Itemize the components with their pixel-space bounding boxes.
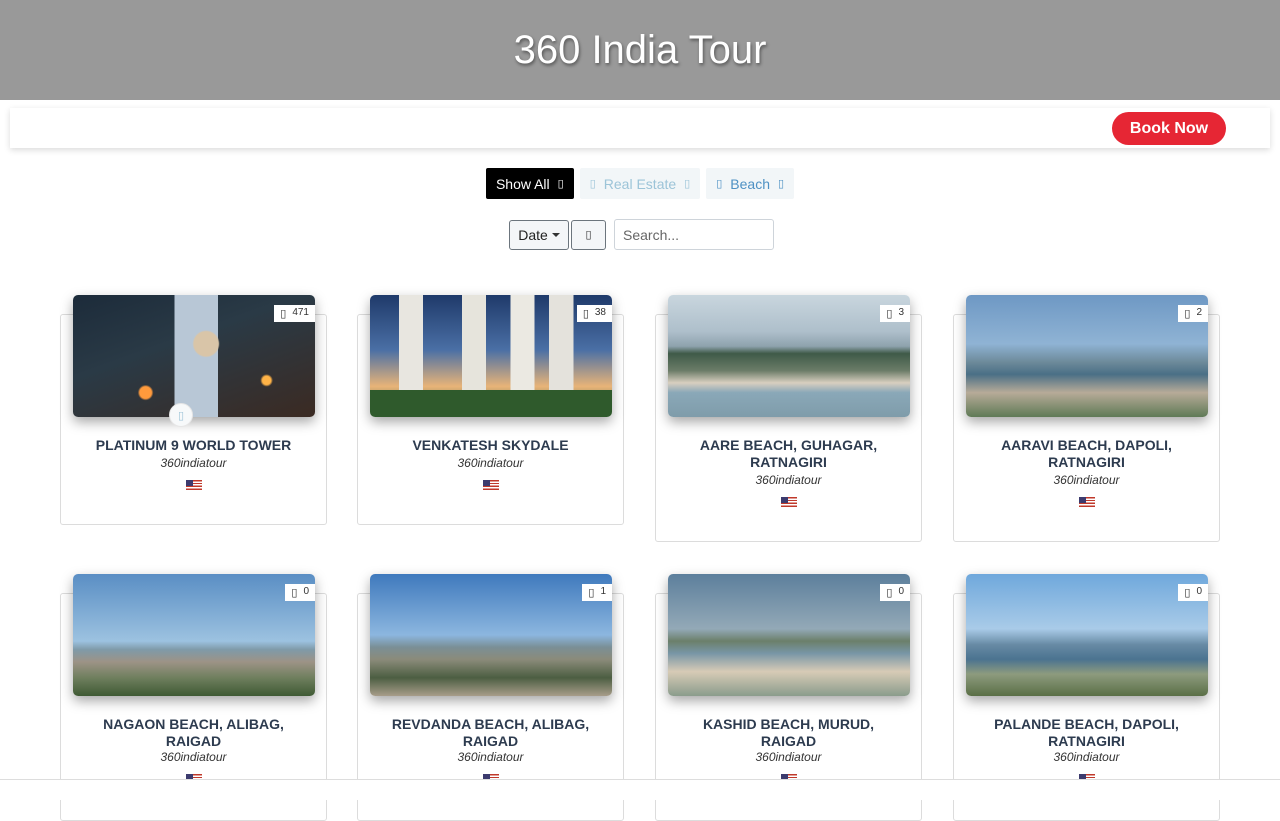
- user-icon: ▯: [177, 408, 185, 422]
- tour-author: 360indiatour: [1053, 750, 1120, 764]
- tour-title[interactable]: NAGAON BEACH, ALIBAG, RAIGAD: [61, 716, 326, 750]
- us-flag-icon: [185, 480, 202, 490]
- sort-label: Date: [518, 226, 548, 243]
- sort-icon: ▯: [585, 228, 592, 241]
- eye-icon: ▯: [582, 307, 589, 320]
- filter-label: Real Estate: [603, 175, 677, 192]
- eye-icon: ▯: [886, 586, 893, 599]
- caret-down-icon: [551, 232, 560, 237]
- view-count-badge: ▯ 0: [285, 584, 315, 601]
- tour-title[interactable]: AARAVI BEACH, DAPOLI, RATNAGIRI: [954, 437, 1219, 471]
- tour-author: 360indiatour: [1053, 473, 1120, 487]
- filter-show-all[interactable]: Show All ▯: [485, 168, 574, 199]
- list-icon: ▯: [557, 177, 564, 190]
- view-count: 38: [594, 307, 606, 318]
- tour-title[interactable]: VENKATESH SKYDALE: [358, 437, 623, 454]
- tour-title[interactable]: KASHID BEACH, MURUD, RAIGAD: [656, 716, 921, 750]
- tour-thumbnail[interactable]: ▯ 0: [73, 574, 315, 696]
- filter-real-estate[interactable]: ▯ Real Estate ▯: [579, 168, 701, 199]
- filter-label: Show All: [495, 175, 550, 192]
- view-count: 2: [1196, 307, 1202, 318]
- tour-title[interactable]: AARE BEACH, GUHAGAR, RATNAGIRI: [656, 437, 921, 471]
- tour-card[interactable]: ▯ 38 VENKATESH SKYDALE 360indiatour: [357, 295, 624, 525]
- tour-author: 360indiatour: [457, 750, 524, 764]
- tour-author: 360indiatour: [755, 750, 822, 764]
- tour-thumbnail[interactable]: ▯ 1: [370, 574, 612, 696]
- category-filters: Show All ▯ ▯ Real Estate ▯ ▯ Beach ▯: [0, 168, 1280, 199]
- tour-author: 360indiatour: [457, 456, 524, 470]
- umbrella-icon: ▯: [716, 177, 723, 190]
- view-count-badge: ▯ 471: [274, 305, 315, 322]
- tour-thumbnail[interactable]: ▯ 3: [668, 295, 910, 417]
- view-count-badge: ▯ 0: [1178, 584, 1208, 601]
- view-count: 0: [303, 586, 309, 597]
- filter-end-icon: ▯: [777, 177, 785, 190]
- site-title: 360 India Tour: [513, 27, 767, 72]
- view-count-badge: ▯ 2: [1178, 305, 1208, 322]
- filter-label: Beach: [730, 175, 770, 192]
- top-bar: Book Now: [10, 108, 1270, 148]
- search-input[interactable]: [614, 219, 774, 250]
- eye-icon: ▯: [1184, 307, 1191, 320]
- tour-card[interactable]: ▯ 3 AARE BEACH, GUHAGAR, RATNAGIRI 360in…: [655, 295, 922, 542]
- view-count-badge: ▯ 0: [880, 584, 910, 601]
- tour-thumbnail[interactable]: ▯ 2: [966, 295, 1208, 417]
- tour-title[interactable]: PALANDE BEACH, DAPOLI, RATNAGIRI: [954, 716, 1219, 750]
- filter-beach[interactable]: ▯ Beach ▯: [706, 168, 795, 199]
- author-avatar[interactable]: ▯: [169, 403, 193, 427]
- us-flag-icon: [1078, 497, 1095, 507]
- view-count-badge: ▯ 1: [582, 584, 612, 601]
- tour-author: 360indiatour: [160, 456, 227, 470]
- tour-card[interactable]: ▯ 2 AARAVI BEACH, DAPOLI, RATNAGIRI 360i…: [953, 295, 1220, 542]
- sort-order-button[interactable]: ▯: [571, 219, 606, 250]
- eye-icon: ▯: [588, 586, 595, 599]
- tour-author: 360indiatour: [160, 750, 227, 764]
- tour-thumbnail[interactable]: ▯ 471: [73, 295, 315, 417]
- filter-end-icon: ▯: [684, 177, 691, 190]
- book-now-button[interactable]: Book Now: [1112, 112, 1226, 145]
- eye-icon: ▯: [1184, 586, 1191, 599]
- building-icon: ▯: [589, 177, 596, 190]
- us-flag-icon: [482, 480, 499, 490]
- view-count-badge: ▯ 38: [576, 305, 612, 322]
- bottom-strip: [0, 779, 1280, 800]
- tour-card[interactable]: ▯ 471 ▯ PLATINUM 9 WORLD TOWER 360indiat…: [60, 295, 327, 525]
- view-count: 0: [1196, 586, 1202, 597]
- us-flag-icon: [780, 497, 797, 507]
- tour-thumbnail[interactable]: ▯ 0: [966, 574, 1208, 696]
- tour-title[interactable]: PLATINUM 9 WORLD TOWER: [61, 437, 326, 454]
- view-count-badge: ▯ 3: [880, 305, 910, 322]
- view-count: 3: [898, 307, 904, 318]
- eye-icon: ▯: [886, 307, 893, 320]
- view-count: 0: [898, 586, 904, 597]
- eye-icon: ▯: [291, 586, 298, 599]
- site-header: 360 India Tour: [0, 0, 1280, 100]
- view-count: 1: [600, 586, 606, 597]
- sort-dropdown[interactable]: Date: [509, 219, 569, 250]
- tour-thumbnail[interactable]: ▯ 0: [668, 574, 910, 696]
- eye-icon: ▯: [280, 307, 287, 320]
- tour-title[interactable]: REVDANDA BEACH, ALIBAG, RAIGAD: [358, 716, 623, 750]
- view-count: 471: [292, 307, 309, 318]
- tour-author: 360indiatour: [755, 473, 822, 487]
- tour-thumbnail[interactable]: ▯ 38: [370, 295, 612, 417]
- toolbar: Date ▯: [509, 219, 774, 250]
